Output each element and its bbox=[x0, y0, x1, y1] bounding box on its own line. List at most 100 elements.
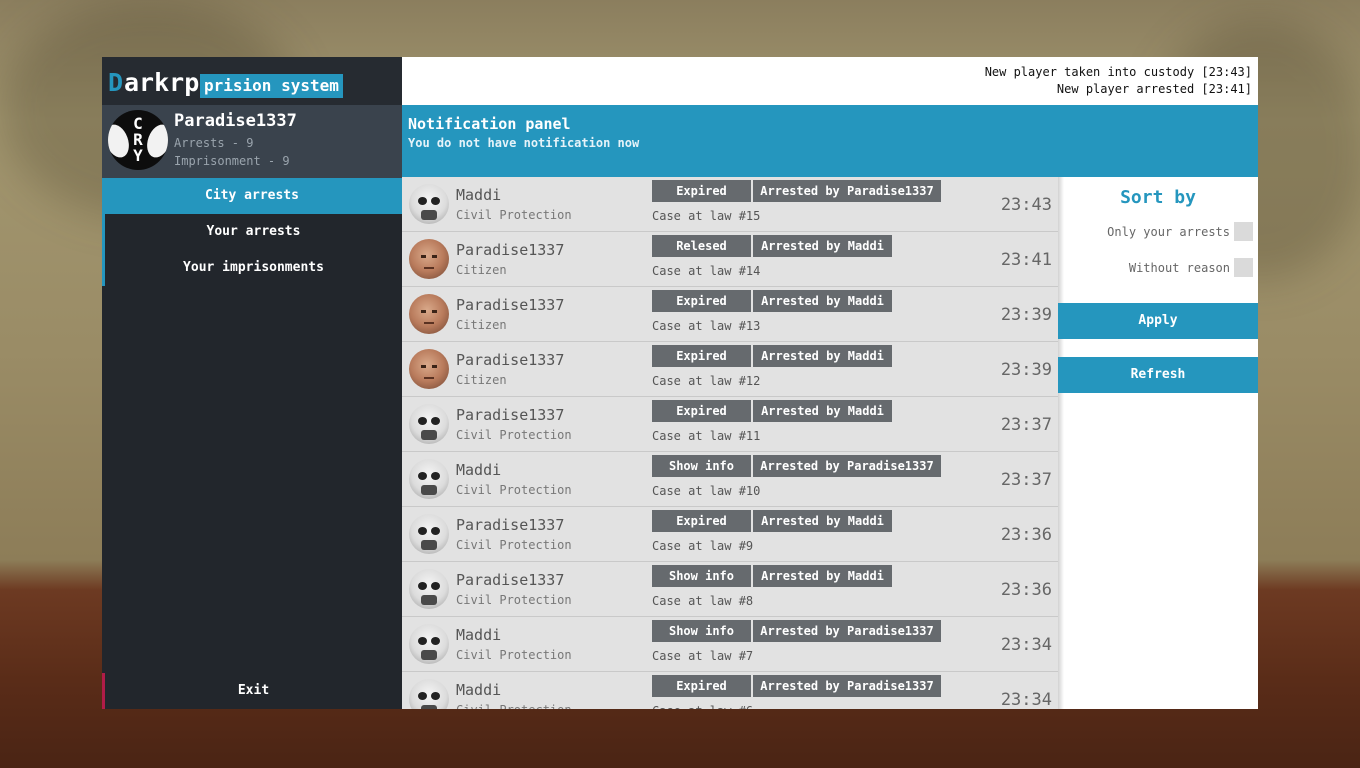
notification-title: Notification panel bbox=[408, 115, 571, 133]
player-role: Civil Protection bbox=[456, 703, 572, 709]
civil-protection-avatar-icon bbox=[409, 514, 449, 554]
case-label: Case at law #10 bbox=[652, 484, 761, 498]
prison-system-window: D arkrp prision system C R Y Paradise133… bbox=[102, 57, 1258, 709]
arrested-by-badge: Arrested by Maddi bbox=[753, 400, 892, 422]
player-name: Paradise1337 bbox=[456, 296, 565, 314]
status-button[interactable]: Expired bbox=[652, 180, 751, 202]
player-name: Paradise1337 bbox=[456, 571, 565, 589]
arrested-by-badge: Arrested by Paradise1337 bbox=[753, 455, 941, 477]
arrests-list: Maddi Civil Protection Expired Arrested by … bbox=[402, 177, 1058, 709]
status-button[interactable]: Expired bbox=[652, 510, 751, 532]
case-label: Case at law #8 bbox=[652, 594, 754, 608]
brand-logo: D arkrp prision system bbox=[102, 57, 402, 105]
profile-arrests: Arrests - 9 bbox=[174, 136, 254, 150]
brand-name: arkrp bbox=[124, 68, 200, 97]
player-name: Paradise1337 bbox=[456, 516, 565, 534]
arrested-by-badge: Arrested by Maddi bbox=[753, 345, 892, 367]
status-button[interactable]: Expired bbox=[652, 675, 751, 697]
case-label: Case at law #6 bbox=[652, 704, 753, 709]
arrested-by-badge: Arrested by Paradise1337 bbox=[753, 620, 941, 642]
arrest-time: 23:39 bbox=[1000, 360, 1052, 380]
civil-protection-avatar-icon bbox=[409, 404, 449, 444]
player-role: Civil Protection bbox=[456, 648, 572, 662]
arrested-by-badge: Arrested by Maddi bbox=[753, 565, 892, 587]
avatar-letter: Y bbox=[133, 146, 143, 165]
status-button[interactable]: Relesed bbox=[652, 235, 751, 257]
arrest-time: 23:41 bbox=[1000, 250, 1052, 270]
status-button[interactable]: Expired bbox=[652, 345, 751, 367]
player-name: Paradise1337 bbox=[456, 406, 565, 424]
status-button[interactable]: Show info bbox=[652, 455, 751, 477]
player-role: Civil Protection bbox=[456, 483, 572, 497]
arrest-row: Paradise1337 Citizen Expired Arrested by Ma… bbox=[402, 342, 1058, 397]
nav-city-arrests[interactable]: City arrests bbox=[102, 178, 402, 214]
sort-panel: Sort by Only your arrests Without reason… bbox=[1058, 177, 1258, 709]
arrest-time: 23:34 bbox=[1000, 635, 1052, 655]
player-role: Citizen bbox=[456, 318, 507, 332]
civil-protection-avatar-icon bbox=[409, 624, 449, 664]
apply-button[interactable]: Apply bbox=[1058, 303, 1258, 339]
player-name: Paradise1337 bbox=[456, 241, 565, 259]
civil-protection-avatar-icon bbox=[409, 679, 449, 709]
arrested-by-badge: Arrested by Maddi bbox=[753, 235, 892, 257]
case-label: Case at law #14 bbox=[652, 264, 761, 278]
nav-your-arrests[interactable]: Your arrests bbox=[102, 214, 402, 250]
civil-protection-avatar-icon bbox=[409, 459, 449, 499]
player-role: Civil Protection bbox=[456, 538, 572, 552]
case-label: Case at law #11 bbox=[652, 429, 761, 443]
player-role: Civil Protection bbox=[456, 208, 572, 222]
player-name: Paradise1337 bbox=[456, 351, 565, 369]
activity-feed: New player taken into custody [23:43] Ne… bbox=[402, 57, 1258, 105]
arrested-by-badge: Arrested by Paradise1337 bbox=[753, 180, 941, 202]
option-label: Without reason bbox=[1128, 261, 1230, 275]
notification-subtitle: You do not have notification now bbox=[408, 136, 640, 150]
arrest-time: 23:43 bbox=[1000, 195, 1052, 215]
refresh-button[interactable]: Refresh bbox=[1058, 357, 1258, 393]
feed-item: New player taken into custody [23:43] bbox=[984, 65, 1252, 79]
without-reason-checkbox[interactable] bbox=[1234, 258, 1253, 277]
player-name: Maddi bbox=[456, 626, 502, 644]
civil-protection-avatar-icon bbox=[409, 184, 449, 224]
citizen-avatar-icon bbox=[409, 294, 449, 334]
status-button[interactable]: Expired bbox=[652, 400, 751, 422]
profile-imprisonment: Imprisonment - 9 bbox=[174, 154, 290, 168]
arrest-time: 23:37 bbox=[1000, 415, 1052, 435]
nav-your-imprisonments[interactable]: Your imprisonments bbox=[102, 250, 402, 286]
arrest-row: Maddi Civil Protection ExpiredArrested by … bbox=[402, 177, 1058, 232]
status-button[interactable]: Expired bbox=[652, 290, 751, 312]
arrested-by-badge: Arrested by Maddi bbox=[753, 290, 892, 312]
profile-card: C R Y Paradise1337 Arrests - 9 Imprisonm… bbox=[102, 105, 402, 178]
arrest-row: Paradise1337 Civil Protection Expired Arres… bbox=[402, 397, 1058, 452]
arrest-time: 23:34 bbox=[1000, 690, 1052, 709]
arrest-time: 23:39 bbox=[1000, 305, 1052, 325]
status-button[interactable]: Show info bbox=[652, 620, 751, 642]
player-name: Maddi bbox=[456, 461, 502, 479]
civil-protection-avatar-icon bbox=[409, 569, 449, 609]
exit-button[interactable]: Exit bbox=[102, 673, 402, 709]
arrest-time: 23:37 bbox=[1000, 470, 1052, 490]
arrest-row: Maddi Civil Protection Show info Arrested b… bbox=[402, 452, 1058, 507]
arrest-row: Paradise1337 Civil Protection Show info Arr… bbox=[402, 562, 1058, 617]
only-your-arrests-checkbox[interactable] bbox=[1234, 222, 1253, 241]
case-label: Case at law #7 bbox=[652, 649, 754, 663]
player-role: Citizen bbox=[456, 263, 507, 277]
arrested-by-badge: Arrested by Maddi bbox=[753, 510, 892, 532]
player-role: Civil Protection bbox=[456, 593, 572, 607]
status-button[interactable]: Show info bbox=[652, 565, 751, 587]
notification-panel: Notification panel You do not have notif… bbox=[402, 105, 1258, 177]
player-role: Civil Protection bbox=[456, 428, 572, 442]
citizen-avatar-icon bbox=[409, 349, 449, 389]
arrested-by-badge: Arrested by Paradise1337 bbox=[753, 675, 941, 697]
avatar: C R Y bbox=[108, 110, 168, 170]
case-label: Case at law #13 bbox=[652, 319, 761, 333]
sidebar: D arkrp prision system C R Y Paradise133… bbox=[102, 57, 402, 709]
brand-first-letter: D bbox=[108, 68, 124, 97]
citizen-avatar-icon bbox=[409, 239, 449, 279]
case-label: Case at law #15 bbox=[652, 209, 761, 223]
wing-icon bbox=[142, 121, 168, 161]
arrest-row: Maddi Civil Protection Show info Arrested b… bbox=[402, 617, 1058, 672]
case-label: Case at law #12 bbox=[652, 374, 761, 388]
arrest-time: 23:36 bbox=[1000, 525, 1052, 545]
sort-title: Sort by bbox=[1120, 187, 1196, 208]
player-name: Maddi bbox=[456, 681, 502, 699]
